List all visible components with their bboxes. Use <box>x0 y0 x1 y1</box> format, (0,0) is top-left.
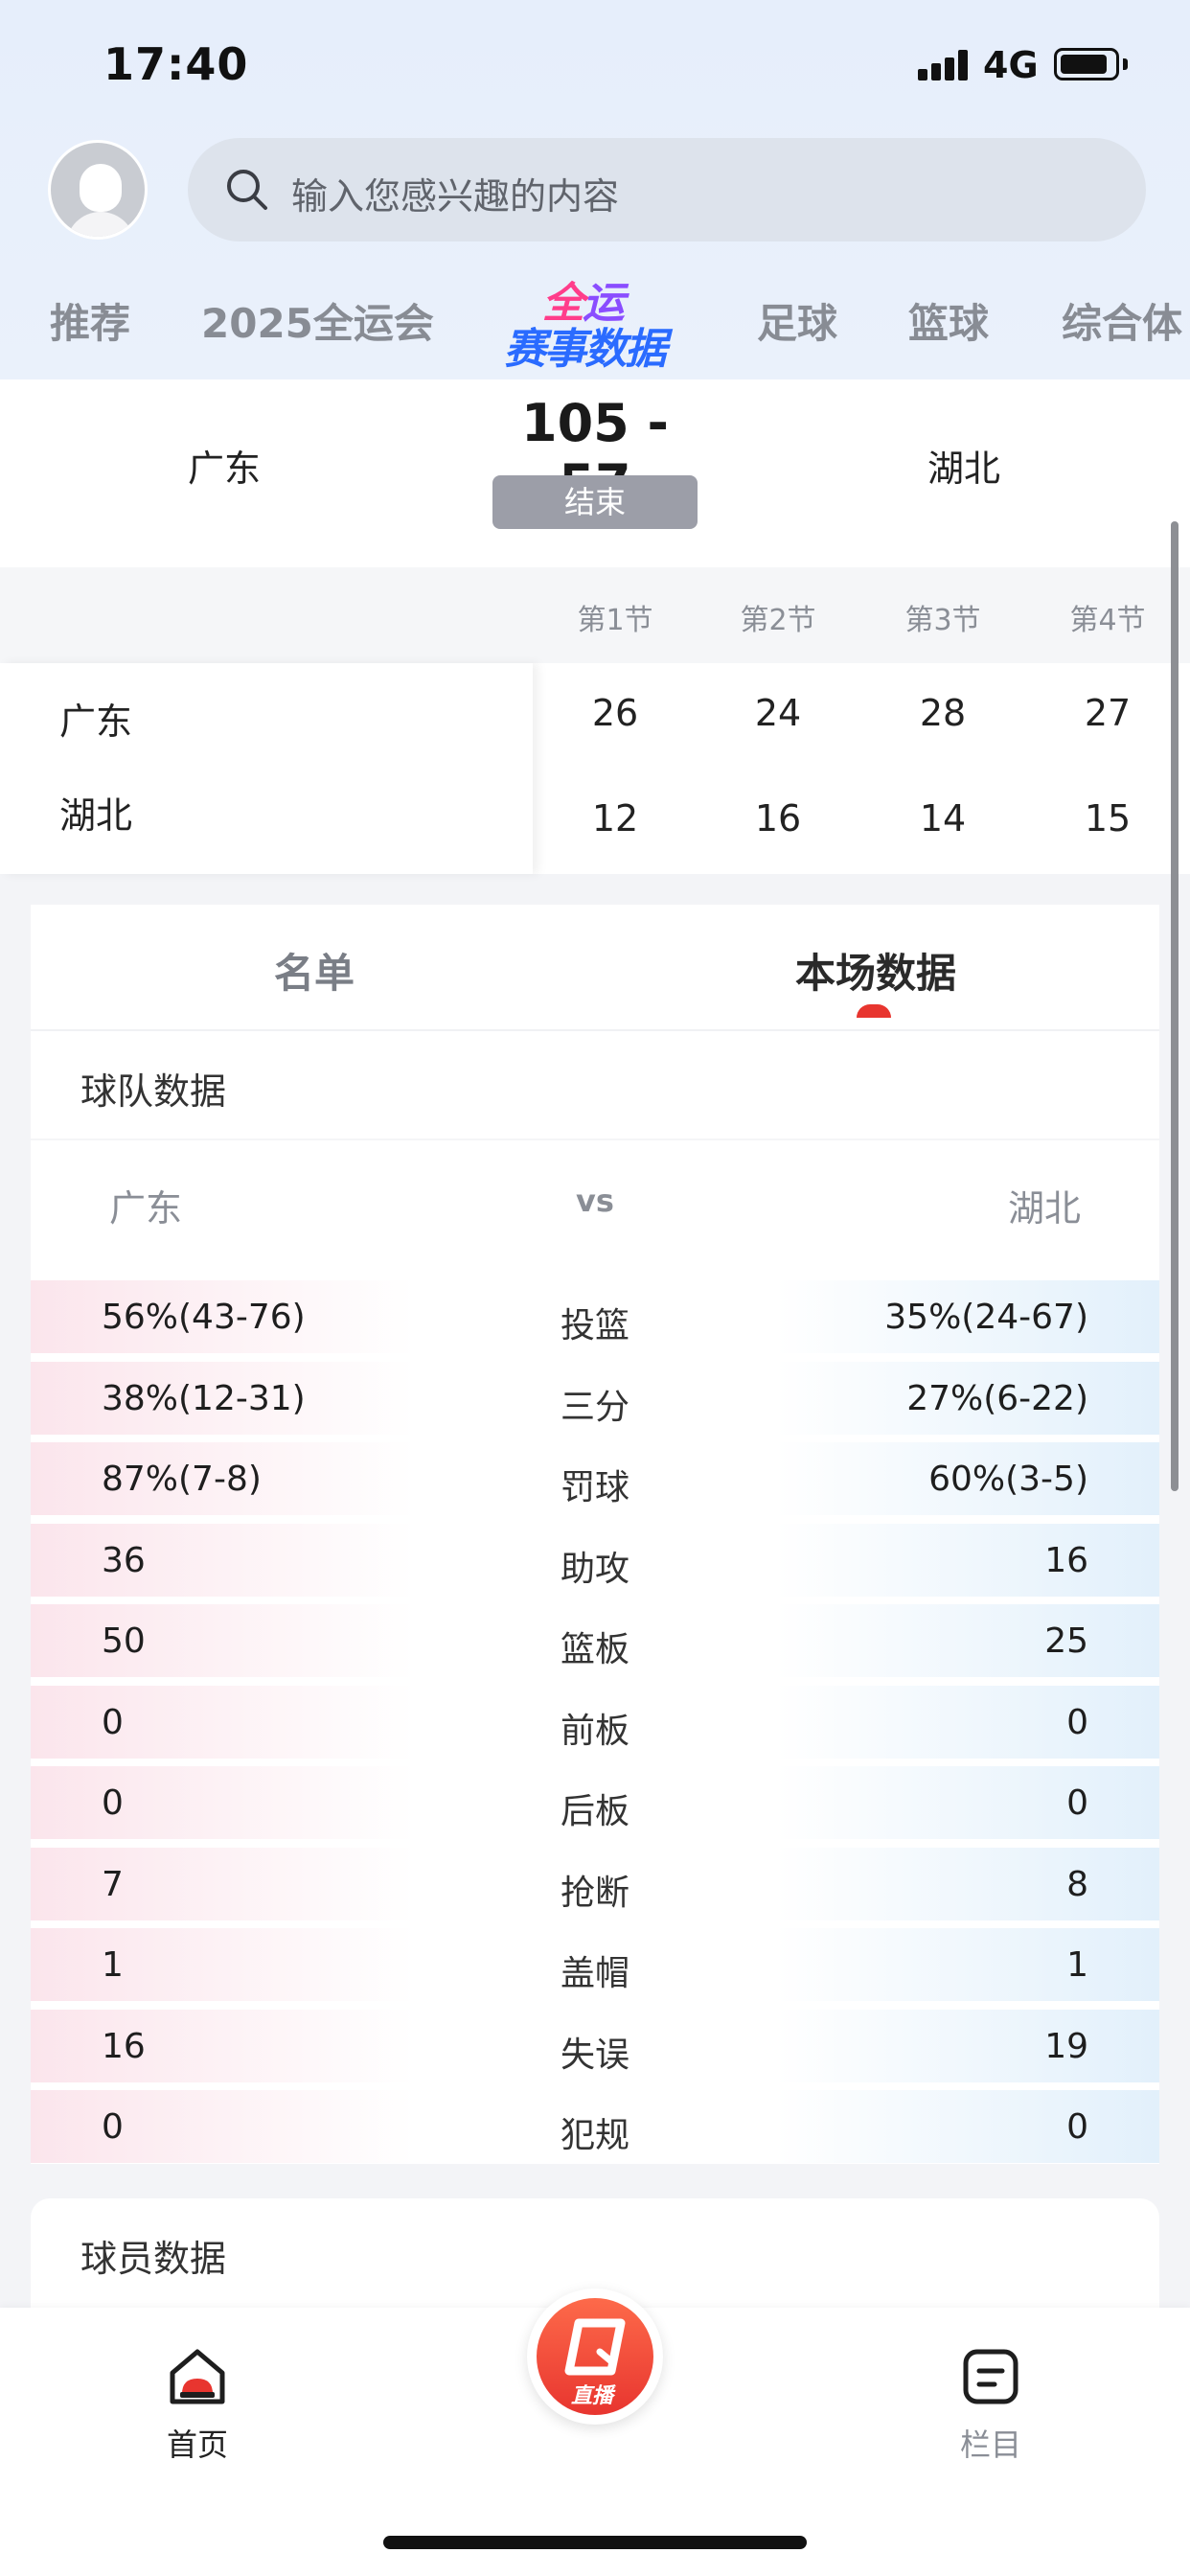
tab-national-games[interactable]: 2025全运会 <box>201 291 434 350</box>
home-icon <box>170 2349 225 2404</box>
search-icon <box>227 170 267 210</box>
stat-away-value: 60%(3-5) <box>928 1460 1088 1499</box>
tab-football[interactable]: 足球 <box>757 291 837 350</box>
away-team-name[interactable]: 湖北 <box>927 439 1000 492</box>
stat-away-value: 16 <box>1044 1541 1088 1580</box>
nav-columns[interactable]: 栏目 <box>904 2346 1077 2465</box>
stat-row: 0 前板 0 <box>31 1686 1159 1759</box>
quarter-3-header: 第3节 <box>904 604 981 637</box>
tab-recommend[interactable]: 推荐 <box>50 291 130 350</box>
quarter-team-away: 湖北 <box>59 794 133 837</box>
quarter-score-cell: 24 <box>754 692 802 734</box>
nav-home-label: 首页 <box>166 2426 228 2463</box>
stat-away-value: 19 <box>1044 2027 1088 2066</box>
detail-tabs: 名单 本场数据 <box>31 905 1159 1031</box>
vs-label: vs <box>576 1183 614 1219</box>
stat-row: 50 篮板 25 <box>31 1604 1159 1677</box>
stat-away-value: 0 <box>1066 1703 1088 1742</box>
status-bar: 17:40 4G <box>0 0 1190 130</box>
status-time: 17:40 <box>103 38 249 90</box>
stat-label: 前板 <box>560 1712 629 1751</box>
team-stats-away: 湖北 <box>1007 1187 1081 1230</box>
quarter-score-cell: 12 <box>591 797 639 840</box>
nav-home[interactable]: 首页 <box>111 2346 284 2465</box>
stat-row: 7 抢断 8 <box>31 1848 1159 1920</box>
live-button[interactable]: 直播 <box>527 2288 663 2425</box>
home-indicator <box>383 2536 807 2549</box>
team-stats-header: 广东 vs 湖北 <box>31 1138 1159 1261</box>
quarter-score-cell: 15 <box>1084 797 1132 840</box>
status-badge: 结束 <box>492 475 698 529</box>
quarter-team-home: 广东 <box>59 701 133 743</box>
tab-roster[interactable]: 名单 <box>274 941 355 1000</box>
stat-label: 犯规 <box>560 2116 629 2155</box>
scrollbar[interactable] <box>1171 521 1179 1491</box>
stat-label: 后板 <box>560 1792 629 1831</box>
stat-away-value: 8 <box>1066 1865 1088 1904</box>
signal-icon <box>918 50 975 80</box>
quarter-header-row: 第1节 第2节 第3节 第4节 <box>0 567 1190 663</box>
stat-away-value: 25 <box>1044 1622 1088 1661</box>
quarter-score-cell: 27 <box>1084 692 1132 734</box>
stat-away-value: 1 <box>1066 1945 1088 1985</box>
quarter-score-cell: 26 <box>591 692 639 734</box>
tab-match-stats[interactable]: 本场数据 <box>795 941 956 1000</box>
home-team-name[interactable]: 广东 <box>188 439 261 492</box>
category-tabs: 推荐 2025全运会 全运 赛事数据 足球 篮球 综合体 <box>0 264 1190 374</box>
stat-row: 36 助攻 16 <box>31 1524 1159 1597</box>
stat-away-value: 0 <box>1066 2107 1088 2147</box>
quarter-score-cell: 16 <box>754 797 802 840</box>
tab-basketball[interactable]: 篮球 <box>908 291 989 350</box>
player-stats-title: 球员数据 <box>80 2238 227 2280</box>
stat-row: 56%(43-76) 投篮 35%(24-67) <box>31 1280 1159 1353</box>
stat-row: 38%(12-31) 三分 27%(6-22) <box>31 1362 1159 1435</box>
stat-label: 助攻 <box>560 1550 629 1589</box>
stat-label: 失误 <box>560 2036 629 2075</box>
search-input[interactable]: 输入您感兴趣的内容 <box>188 138 1146 242</box>
quarter-4-header: 第4节 <box>1069 604 1146 637</box>
stat-label: 盖帽 <box>560 1954 629 1993</box>
stat-away-value: 35%(24-67) <box>884 1298 1088 1337</box>
active-tab-indicator <box>857 1004 891 1018</box>
columns-icon <box>963 2349 1018 2404</box>
live-label: 直播 <box>571 2384 614 2408</box>
stat-row: 1 盖帽 1 <box>31 1928 1159 2001</box>
stat-label: 抢断 <box>560 1874 629 1913</box>
quarter-2-header: 第2节 <box>740 604 816 637</box>
battery-icon <box>1054 48 1119 80</box>
team-stats-title: 球队数据 <box>80 1070 227 1113</box>
quarter-1-header: 第1节 <box>577 604 653 637</box>
quarter-scores-table: 第1节 第2节 第3节 第4节 广东 湖北 26 24 28 27 12 16 … <box>0 567 1190 874</box>
search-placeholder: 输入您感兴趣的内容 <box>291 175 620 218</box>
stat-away-value: 0 <box>1066 1783 1088 1823</box>
network-label: 4G <box>983 44 1039 86</box>
stat-row: 0 犯规 0 <box>31 2090 1159 2163</box>
stat-row: 16 失误 19 <box>31 2010 1159 2082</box>
avatar[interactable] <box>48 140 148 240</box>
nav-columns-label: 栏目 <box>959 2426 1021 2463</box>
stat-label: 篮板 <box>560 1630 629 1669</box>
tab-multi-sport[interactable]: 综合体 <box>1062 291 1182 350</box>
header-area: 17:40 4G 输入您感兴趣的内容 推荐 2025全运会 全运 赛事数据 足球… <box>0 0 1190 380</box>
quarter-score-cell: 28 <box>919 692 967 734</box>
stat-row: 87%(7-8) 罚球 60%(3-5) <box>31 1442 1159 1515</box>
quarter-team-column: 广东 湖北 <box>0 663 533 874</box>
stat-away-value: 27%(6-22) <box>906 1379 1088 1418</box>
stats-card: 名单 本场数据 球队数据 广东 vs 湖北 56%(43-76) 投篮 35%(24… <box>31 905 1159 2164</box>
battery-tip <box>1123 58 1128 70</box>
quarter-score-cell: 14 <box>919 797 967 840</box>
stat-row: 0 后板 0 <box>31 1766 1159 1839</box>
logo-line-2: 赛事数据 <box>504 325 667 374</box>
games-data-logo[interactable]: 全运 赛事数据 <box>500 264 692 374</box>
score-header: 广东 105 - 57 结束 湖北 <box>0 380 1190 567</box>
